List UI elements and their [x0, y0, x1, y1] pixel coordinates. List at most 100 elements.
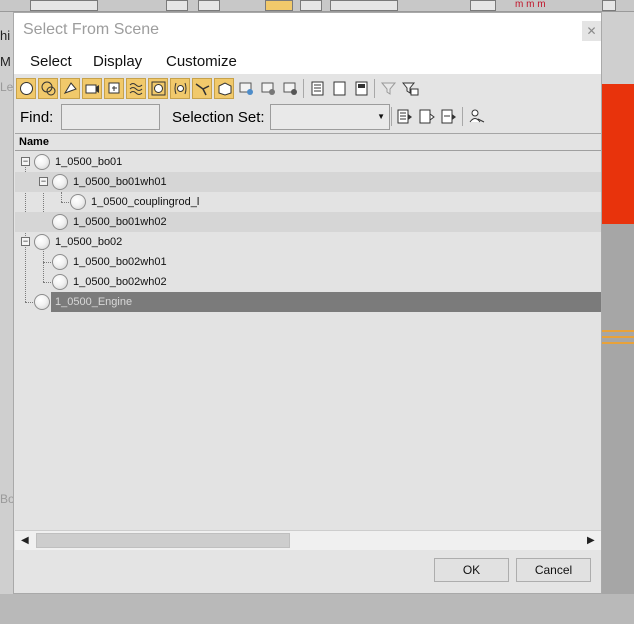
selection-set-label: Selection Set: [172, 109, 265, 126]
scene-tree-list[interactable]: Name − 1_0500_bo01 − 1_0500_bo01wh01 1_0… [15, 133, 601, 550]
chevron-down-icon: ▼ [377, 112, 385, 121]
dialog-title: Select From Scene [23, 21, 160, 38]
close-icon: ✕ [586, 24, 597, 38]
bg-toolbar-field[interactable] [330, 0, 398, 11]
selection-set-dropdown[interactable]: ▼ [270, 104, 390, 130]
bg-toolbar-button[interactable] [166, 0, 188, 11]
bg-toolbar-button[interactable] [470, 0, 496, 11]
select-by-name-button[interactable] [466, 106, 486, 127]
find-row: Find: Selection Set: ▼ [14, 102, 601, 132]
display-frozen-button[interactable] [236, 78, 256, 99]
background-red-object [601, 84, 634, 224]
display-geometry-button[interactable] [16, 78, 36, 99]
horizontal-scrollbar[interactable]: ◀ ▶ [15, 530, 601, 550]
scrollbar-thumb[interactable] [36, 533, 290, 548]
display-xrefs-button[interactable] [170, 78, 190, 99]
background-left-panel [0, 12, 14, 624]
ok-button[interactable]: OK [434, 558, 509, 582]
close-button[interactable]: ✕ [582, 21, 601, 41]
add-to-selection-set-icon [419, 109, 435, 124]
toolbar-separator [462, 107, 463, 126]
filter-button[interactable] [378, 78, 398, 99]
tree-item-label: 1_0500_Engine [55, 296, 133, 308]
tree-row[interactable]: 1_0500_bo01wh02 [15, 212, 601, 232]
tree-row[interactable]: 1_0500_couplingrod_l [15, 192, 601, 212]
bg-toolbar-button[interactable] [602, 0, 616, 11]
display-shapes-button[interactable] [38, 78, 58, 99]
tree-item-label: 1_0500_bo01wh02 [73, 216, 167, 228]
menu-bar: Select Display Customize [14, 48, 601, 74]
display-groups-icon [151, 81, 166, 96]
select-by-name-icon [469, 109, 485, 123]
display-pinned-icon [283, 82, 297, 95]
geometry-object-icon [34, 234, 50, 250]
background-stripe [601, 336, 634, 338]
toolbar-separator [374, 79, 375, 98]
menu-customize[interactable]: Customize [166, 53, 237, 70]
filter-icon [380, 82, 397, 95]
collapse-toggle[interactable]: − [21, 237, 30, 246]
display-bones-button[interactable] [192, 78, 212, 99]
bg-left-text: hi [0, 28, 11, 43]
select-all-button[interactable] [307, 78, 327, 99]
remove-from-selection-set-button[interactable] [438, 106, 458, 127]
select-invert-button[interactable] [351, 78, 371, 99]
dialog-titlebar[interactable]: Select From Scene ✕ [14, 13, 601, 48]
bg-left-text: M [0, 54, 11, 69]
background-toolbar: m m m [0, 0, 634, 12]
bg-toolbar-button[interactable] [198, 0, 220, 11]
bg-toolbar-button[interactable] [265, 0, 293, 11]
display-containers-button[interactable] [214, 78, 234, 99]
display-bones-icon [195, 83, 210, 96]
display-cameras-icon [85, 84, 99, 94]
tree-row[interactable]: 1_0500_bo02wh02 [15, 272, 601, 292]
tree-row[interactable]: 1_0500_bo02wh01 [15, 252, 601, 272]
toolbar-separator [391, 107, 392, 126]
select-none-button[interactable] [329, 78, 349, 99]
display-xrefs-icon [174, 82, 187, 95]
collapse-toggle[interactable]: − [21, 157, 30, 166]
bg-toolbar-button[interactable] [300, 0, 322, 11]
find-input[interactable] [61, 104, 160, 130]
background-viewport-top [601, 12, 634, 84]
toolbar-separator [303, 79, 304, 98]
cancel-button[interactable]: Cancel [516, 558, 591, 582]
display-cameras-button[interactable] [82, 78, 102, 99]
display-helpers-icon [108, 82, 120, 94]
tree-row-selected[interactable]: 1_0500_Engine [51, 292, 601, 312]
geometry-object-icon [34, 154, 50, 170]
background-bottom-panel [0, 594, 634, 624]
filter-toolbar [14, 77, 601, 101]
select-none-icon [333, 81, 346, 96]
bg-toolbar-red-icon: m m m [515, 0, 546, 10]
scroll-right-icon[interactable]: ▶ [587, 535, 595, 546]
tree-item-label: 1_0500_bo02wh01 [73, 256, 167, 268]
display-hidden-button[interactable] [258, 78, 278, 99]
filter-options-button[interactable] [400, 78, 420, 99]
tree-row[interactable]: − 1_0500_bo02 [15, 232, 601, 252]
display-helpers-button[interactable] [104, 78, 124, 99]
display-hidden-icon [261, 82, 275, 95]
geometry-object-icon [34, 294, 50, 310]
geometry-object-icon [52, 254, 68, 270]
menu-select[interactable]: Select [30, 53, 72, 70]
tree-row[interactable]: − 1_0500_bo01wh01 [15, 172, 601, 192]
collapse-toggle[interactable]: − [39, 177, 48, 186]
tree-item-label: 1_0500_bo01 [55, 156, 123, 168]
tree-item-label: 1_0500_bo02 [55, 236, 123, 248]
create-selection-set-button[interactable] [394, 106, 414, 127]
tree-row[interactable]: − 1_0500_bo01 [15, 152, 601, 172]
display-groups-button[interactable] [148, 78, 168, 99]
background-stripe [601, 342, 634, 344]
add-to-selection-set-button[interactable] [416, 106, 436, 127]
display-pinned-button[interactable] [280, 78, 300, 99]
scroll-left-icon[interactable]: ◀ [21, 535, 29, 546]
menu-display[interactable]: Display [93, 53, 142, 70]
column-header-name[interactable]: Name [15, 134, 601, 151]
display-lights-button[interactable] [60, 78, 80, 99]
geometry-object-icon [70, 194, 86, 210]
display-spacewarps-button[interactable] [126, 78, 146, 99]
create-selection-set-icon [397, 109, 412, 124]
bg-toolbar-field[interactable] [30, 0, 98, 11]
select-from-scene-dialog: Select From Scene ✕ Select Display Custo… [13, 12, 602, 594]
